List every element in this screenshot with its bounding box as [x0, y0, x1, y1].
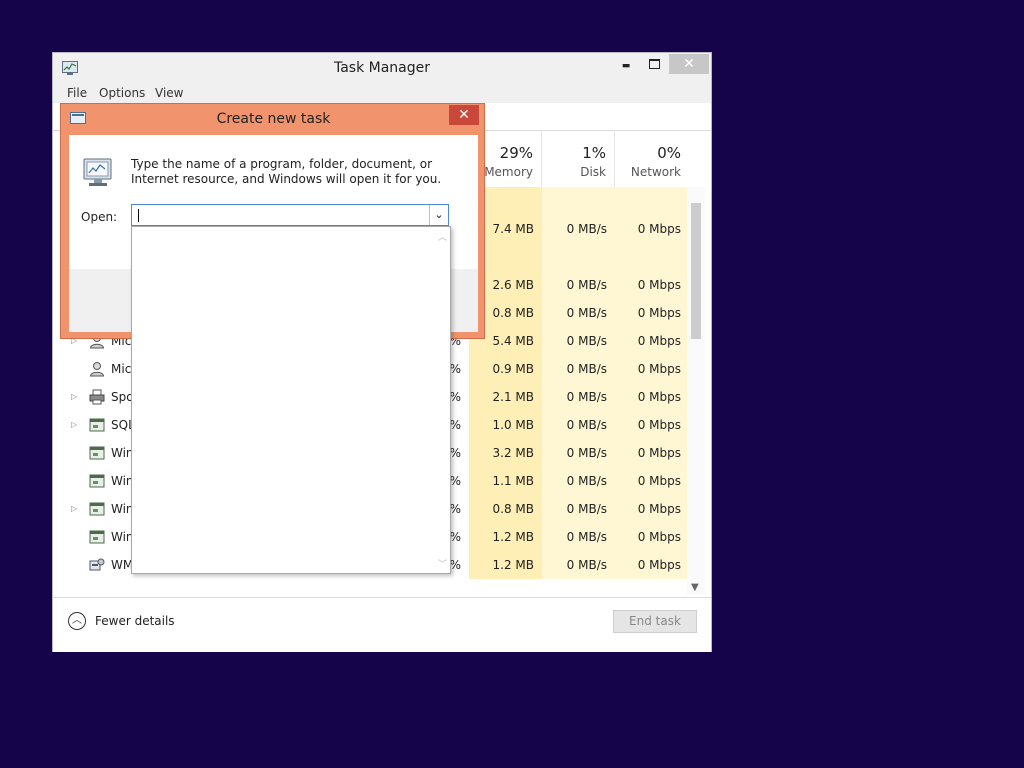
dropdown-button[interactable]: ⌄: [429, 205, 448, 225]
cell-disk: [542, 187, 615, 215]
cell-memory: 1.2 MB: [469, 523, 542, 551]
cell-disk: 0 MB/s: [542, 271, 615, 299]
cell-network: 0 Mbps: [615, 439, 687, 467]
open-label: Open:: [81, 210, 118, 224]
cell-memory: 3.2 MB: [469, 439, 542, 467]
dialog-description: Type the name of a program, folder, docu…: [131, 157, 442, 186]
column-header-network[interactable]: 0% Network: [615, 130, 689, 186]
column-header-disk[interactable]: 1% Disk: [542, 130, 615, 186]
menu-view[interactable]: View: [155, 86, 183, 100]
cell-disk: 0 MB/s: [542, 327, 615, 355]
cell-network: [615, 187, 687, 215]
scroll-down-icon[interactable]: ﹀: [438, 557, 447, 570]
disk-label: Disk: [580, 165, 606, 179]
process-list-scrollbar[interactable]: ▼: [687, 187, 705, 595]
cell-disk: 0 MB/s: [542, 299, 615, 327]
expand-arrow-icon[interactable]: ▷: [71, 420, 77, 429]
service-window-icon: [89, 417, 105, 433]
cell-network: 0 Mbps: [615, 355, 687, 383]
menu-bar: File Options View: [53, 83, 711, 103]
cell-disk: 0 MB/s: [542, 551, 615, 579]
cell-disk: 0 MB/s: [542, 495, 615, 523]
cell-network: 0 Mbps: [615, 299, 687, 327]
close-icon: ✕: [683, 56, 695, 72]
cell-disk: 0 MB/s: [542, 439, 615, 467]
service-window-icon: [89, 529, 105, 545]
network-percent: 0%: [657, 144, 681, 162]
cell-disk: [542, 243, 615, 271]
cell-memory: 0.9 MB: [469, 355, 542, 383]
dropdown-scrollbar[interactable]: ︿ ﹀: [434, 227, 450, 573]
cell-disk: 0 MB/s: [542, 523, 615, 551]
cell-network: 0 Mbps: [615, 411, 687, 439]
service-window-icon: [89, 501, 105, 517]
cell-memory: 1.1 MB: [469, 467, 542, 495]
title-bar[interactable]: Task Manager ▬ ✕: [53, 53, 711, 83]
close-button[interactable]: ✕: [669, 54, 709, 74]
scroll-up-icon[interactable]: ︿: [438, 230, 447, 243]
cell-memory: 0.8 MB: [469, 495, 542, 523]
minimize-icon: ▬: [621, 61, 631, 71]
scrollbar-thumb[interactable]: [691, 203, 701, 339]
open-history-dropdown[interactable]: ︿ ﹀: [131, 226, 451, 574]
service-window-icon: [89, 473, 105, 489]
maximize-button[interactable]: [641, 57, 667, 77]
maximize-icon: [649, 59, 660, 69]
text-cursor: [138, 209, 139, 222]
end-task-button[interactable]: End task: [613, 610, 697, 633]
scroll-down-icon[interactable]: ▼: [691, 582, 699, 593]
cell-network: 0 Mbps: [615, 327, 687, 355]
cell-network: 0 Mbps: [615, 551, 687, 579]
service-window-icon: [89, 445, 105, 461]
close-icon: ✕: [458, 107, 470, 123]
cell-disk: 0 MB/s: [542, 383, 615, 411]
fewer-details-link[interactable]: Fewer details: [95, 614, 175, 628]
cell-disk: 0 MB/s: [542, 467, 615, 495]
monitor-program-icon: [83, 158, 112, 186]
cell-network: 0 Mbps: [615, 215, 687, 243]
process-name: Mic: [111, 362, 132, 376]
cell-disk: 0 MB/s: [542, 355, 615, 383]
wmi-host-icon: [89, 557, 105, 573]
menu-file[interactable]: File: [67, 86, 87, 100]
dialog-title: Create new task: [216, 111, 331, 127]
dialog-close-button[interactable]: ✕: [449, 105, 479, 125]
cell-network: 0 Mbps: [615, 523, 687, 551]
expand-arrow-icon[interactable]: ▷: [71, 504, 77, 513]
expand-arrow-icon[interactable]: ▷: [71, 392, 77, 401]
user-gear-icon: [89, 361, 105, 377]
footer: ︿ Fewer details End task: [53, 597, 711, 652]
chevron-up-icon[interactable]: ︿: [68, 612, 86, 630]
cell-memory: 1.0 MB: [469, 411, 542, 439]
chevron-down-icon: ⌄: [434, 208, 444, 221]
menu-options[interactable]: Options: [99, 86, 145, 100]
printer-icon: [89, 389, 105, 405]
open-combobox[interactable]: ⌄: [131, 204, 449, 226]
cell-network: 0 Mbps: [615, 495, 687, 523]
cell-network: 0 Mbps: [615, 383, 687, 411]
cell-memory: 1.2 MB: [469, 551, 542, 579]
network-label: Network: [630, 165, 681, 179]
cell-network: 0 Mbps: [615, 271, 687, 299]
cell-network: [615, 243, 687, 271]
cell-disk: 0 MB/s: [542, 215, 615, 243]
cell-memory: 2.1 MB: [469, 383, 542, 411]
minimize-button[interactable]: ▬: [613, 57, 639, 77]
disk-percent: 1%: [582, 144, 606, 162]
cell-network: 0 Mbps: [615, 467, 687, 495]
cell-disk: 0 MB/s: [542, 411, 615, 439]
